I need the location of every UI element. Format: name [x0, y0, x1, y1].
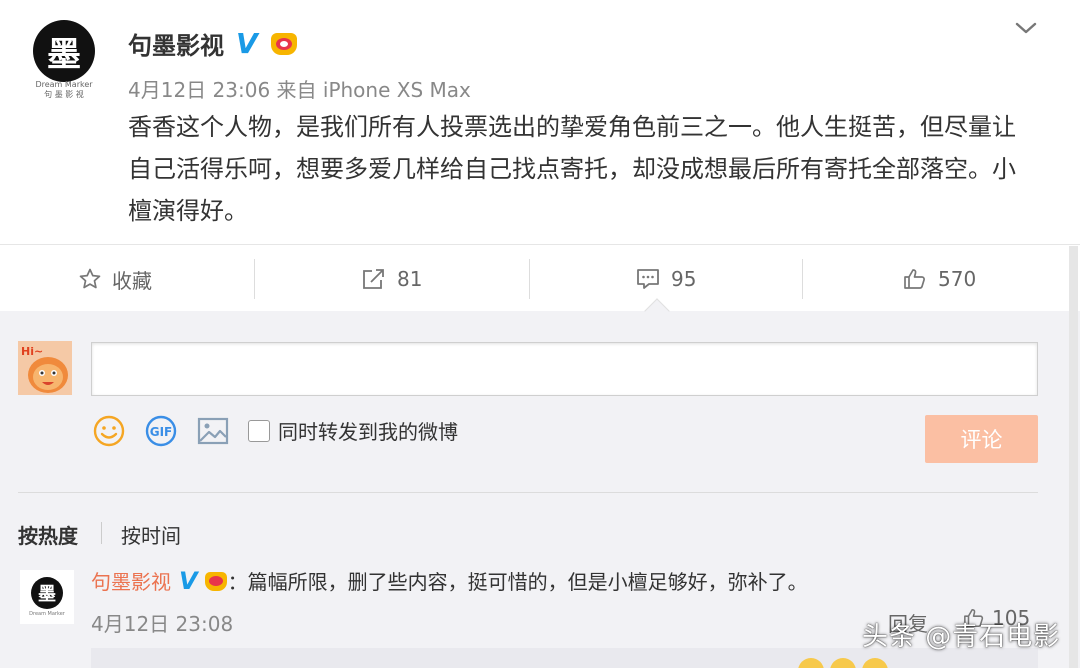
comment-count: 95 — [671, 267, 697, 291]
forward-option[interactable]: 同时转发到我的微博 — [248, 416, 458, 445]
emoji-icon[interactable] — [92, 414, 126, 448]
action-divider — [254, 259, 255, 299]
sort-by-hot[interactable]: 按热度 — [18, 520, 78, 549]
watermark: 头条 @青石电影 — [862, 622, 1061, 652]
sort-divider — [18, 492, 1038, 493]
post-content: 香香这个人物，是我们所有人投票选出的挚爱角色前三之一。他人生挺苦，但尽量让自己活… — [128, 113, 1016, 225]
crown-icon — [270, 31, 298, 57]
verified-icon: V — [236, 26, 258, 60]
avatar-caption-en: Dream Marker — [35, 80, 93, 89]
submit-comment-button[interactable]: 评论 — [925, 415, 1038, 463]
comment-line: 句墨影视 V ：篇幅所限，删了些内容，挺可惜的，但是小檀足够好，弥补了。 — [91, 566, 808, 595]
emoji-icon — [862, 658, 888, 668]
scrollbar[interactable] — [1069, 246, 1078, 668]
sort-by-time[interactable]: 按时间 — [121, 520, 181, 549]
chevron-down-icon[interactable] — [1014, 16, 1038, 40]
sort-separator — [101, 522, 102, 544]
comment-time: 4月12日 23:08 — [91, 612, 234, 636]
svg-text:GIF: GIF — [150, 425, 173, 439]
action-divider — [802, 259, 803, 299]
comment-text: ：篇幅所限，删了些内容，挺可惜的，但是小檀足够好，弥补了。 — [227, 570, 808, 594]
favorite-button[interactable]: 收藏 — [78, 245, 152, 313]
comment-input[interactable] — [91, 342, 1038, 396]
author-avatar[interactable]: 墨 — [33, 20, 95, 82]
weibo-post-page: 墨 Dream Marker 句 墨 影 视 句墨影视 V 4月12日 23:0… — [0, 0, 1080, 668]
forward-checkbox[interactable] — [248, 419, 270, 442]
verified-icon: V — [179, 566, 198, 595]
author-line: 句墨影视 V — [128, 26, 298, 61]
like-button[interactable]: 570 — [902, 245, 976, 313]
comment-icon — [637, 269, 659, 289]
user-avatar[interactable]: Hi~ — [18, 341, 72, 395]
comment-button[interactable]: 95 — [635, 245, 696, 313]
crown-icon — [204, 570, 228, 592]
favorite-label: 收藏 — [112, 268, 152, 293]
thumbs-up-icon — [904, 269, 925, 289]
comment-avatar-caption: Dream Marker — [29, 611, 65, 617]
sub-comment-emojis — [798, 658, 894, 668]
gif-icon[interactable]: GIF — [144, 414, 178, 448]
comment-avatar-logo: 墨 — [31, 577, 63, 609]
post-meta: 4月12日 23:06 来自 iPhone XS Max — [128, 78, 471, 102]
author-name[interactable]: 句墨影视 — [128, 26, 224, 61]
emoji-icon — [798, 658, 824, 668]
star-icon — [79, 268, 101, 289]
avatar-logo-char: 墨 — [47, 34, 81, 75]
image-icon[interactable] — [196, 414, 230, 448]
action-bar: 收藏 81 95 570 — [0, 244, 1080, 312]
action-divider — [529, 259, 530, 299]
user-avatar-text: Hi~ — [21, 345, 43, 358]
forward-label: 同时转发到我的微博 — [278, 420, 458, 444]
comment-author-name[interactable]: 句墨影视 — [91, 566, 171, 595]
avatar-caption: Dream Marker 句 墨 影 视 — [30, 80, 98, 100]
emoji-icon — [830, 658, 856, 668]
like-count: 570 — [938, 267, 977, 291]
repost-count: 81 — [397, 267, 423, 291]
avatar-caption-cn: 句 墨 影 视 — [44, 90, 84, 99]
repost-button[interactable]: 81 — [361, 245, 422, 313]
user-avatar-image: Hi~ — [18, 341, 72, 395]
comment-author-avatar[interactable]: 墨 Dream Marker — [20, 570, 74, 624]
share-icon — [363, 269, 384, 289]
